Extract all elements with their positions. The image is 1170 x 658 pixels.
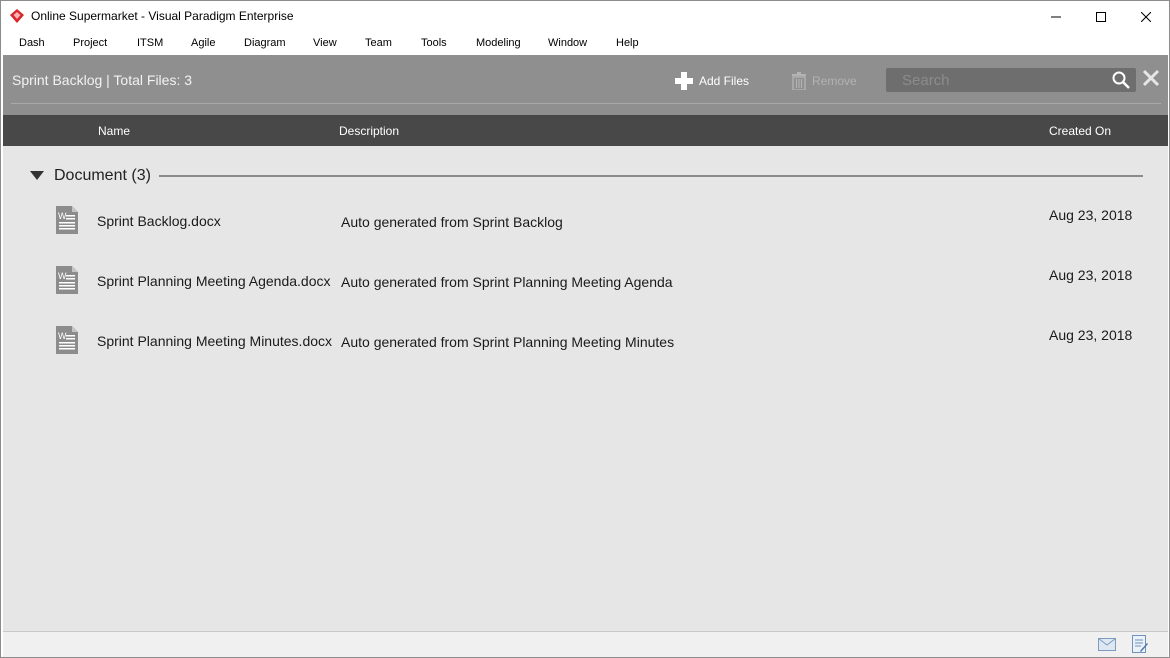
minimize-button[interactable]	[1033, 1, 1079, 32]
menu-window[interactable]: Window	[548, 37, 587, 49]
add-files-label: Add Files	[699, 74, 750, 88]
panel-title: Sprint Backlog | Total Files: 3	[12, 72, 193, 88]
plus-icon	[675, 72, 693, 90]
maximize-button[interactable]	[1078, 1, 1124, 32]
file-created-on: Aug 23, 2018	[1049, 267, 1133, 283]
menu-itsm[interactable]: ITSM	[137, 37, 163, 49]
collapse-triangle-icon[interactable]	[30, 171, 44, 181]
close-icon	[1141, 11, 1151, 22]
menu-project[interactable]: Project	[73, 37, 107, 49]
menu-team[interactable]: Team	[365, 37, 392, 49]
column-created-on[interactable]: Created On	[1049, 124, 1111, 138]
group-divider	[159, 175, 1143, 177]
file-name: Sprint Planning Meeting Agenda.docx	[97, 273, 331, 289]
trash-icon	[792, 72, 806, 90]
file-row[interactable]: W Sprint Planning Meeting Agenda.docx Au…	[43, 266, 1153, 306]
menu-diagram[interactable]: Diagram	[244, 37, 286, 49]
status-bar	[3, 631, 1168, 657]
word-document-icon: W	[56, 266, 78, 294]
close-panel-icon[interactable]	[1142, 69, 1160, 87]
file-description: Auto generated from Sprint Planning Meet…	[341, 274, 673, 290]
file-name: Sprint Planning Meeting Minutes.docx	[97, 333, 333, 349]
column-name[interactable]: Name	[98, 124, 130, 138]
menu-tools[interactable]: Tools	[421, 37, 447, 49]
menu-agile[interactable]: Agile	[191, 37, 215, 49]
word-document-icon: W	[56, 326, 78, 354]
notes-icon[interactable]	[1132, 635, 1148, 654]
svg-text:W: W	[58, 271, 67, 281]
mail-icon[interactable]	[1098, 638, 1116, 651]
group-label: Document (3)	[54, 167, 151, 184]
menu-dash[interactable]: Dash	[19, 37, 45, 49]
minimize-icon	[1051, 16, 1061, 17]
word-document-icon: W	[56, 206, 78, 234]
menu-help[interactable]: Help	[616, 37, 639, 49]
file-created-on: Aug 23, 2018	[1049, 327, 1133, 343]
svg-text:W: W	[58, 331, 67, 341]
window-title: Online Supermarket - Visual Paradigm Ent…	[31, 9, 294, 23]
menu-modeling[interactable]: Modeling	[476, 37, 521, 49]
file-row[interactable]: W Sprint Backlog.docx Auto generated fro…	[43, 206, 1153, 246]
app-window: Online Supermarket - Visual Paradigm Ent…	[0, 0, 1170, 658]
search-icon[interactable]	[1112, 71, 1130, 89]
visual-paradigm-logo-icon	[10, 9, 24, 23]
file-created-on: Aug 23, 2018	[1049, 207, 1133, 223]
file-panel-header: Sprint Backlog | Total Files: 3 Add File…	[3, 55, 1168, 115]
file-description: Auto generated from Sprint Planning Meet…	[341, 334, 675, 350]
header-divider	[11, 103, 1161, 104]
svg-text:W: W	[58, 211, 67, 221]
search-box	[886, 68, 1136, 92]
file-row[interactable]: W Sprint Planning Meeting Minutes.docx A…	[43, 326, 1153, 366]
remove-button[interactable]: Remove	[792, 69, 857, 93]
close-button[interactable]	[1123, 1, 1169, 32]
maximize-icon	[1096, 11, 1106, 22]
remove-label: Remove	[812, 74, 857, 88]
column-description[interactable]: Description	[339, 124, 399, 138]
title-bar: Online Supermarket - Visual Paradigm Ent…	[1, 1, 1169, 32]
menu-view[interactable]: View	[313, 37, 337, 49]
column-header: Name Description Created On	[3, 115, 1168, 146]
file-description: Auto generated from Sprint Backlog	[341, 214, 563, 230]
menu-bar: Dash Project ITSM Agile Diagram View Tea…	[1, 32, 1169, 55]
add-files-button[interactable]: Add Files	[675, 69, 749, 93]
search-input[interactable]	[886, 68, 1106, 92]
file-list: Document (3) W Sprint Backlog.docx Auto …	[3, 146, 1168, 631]
file-name: Sprint Backlog.docx	[97, 213, 221, 229]
